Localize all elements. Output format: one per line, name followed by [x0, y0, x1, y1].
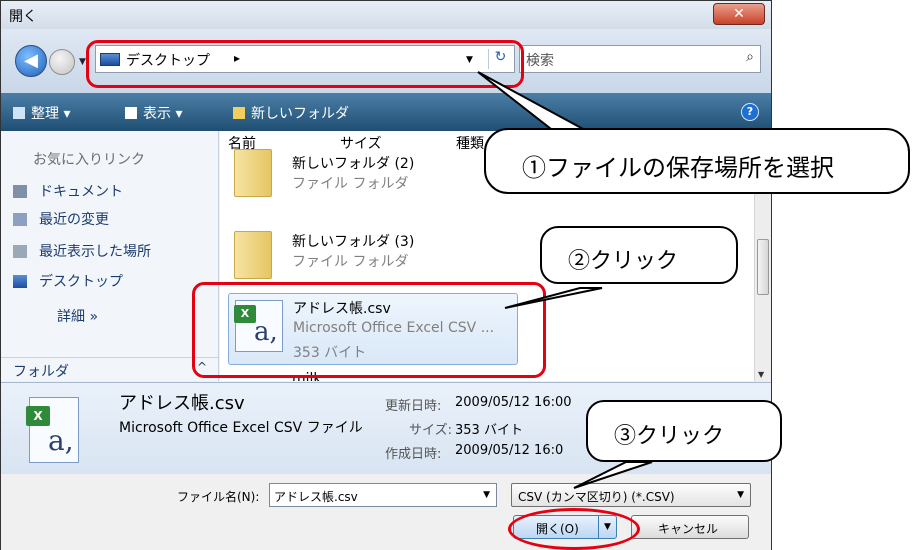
- callout-2-text: ②クリック: [568, 249, 679, 274]
- callout1-pointer: [477, 71, 597, 137]
- callout-pointers: [477, 71, 653, 489]
- callout-1-text: ①ファイルの保存場所を選択: [522, 154, 834, 182]
- callout3-pointer: [573, 461, 653, 489]
- callout-1: ①ファイルの保存場所を選択: [484, 128, 910, 194]
- callout-3-text: ③クリック: [614, 424, 725, 449]
- callout-3: ③クリック: [586, 400, 782, 462]
- callout2-pointer: [504, 287, 603, 309]
- page: 開く ✕ ◀ ▼ デスクトップ ▸ ▼ ↻ 検索 ⌕ 整理 ▾ 表示 ▾ 新しい…: [0, 0, 914, 550]
- callout-2: ②クリック: [540, 226, 738, 284]
